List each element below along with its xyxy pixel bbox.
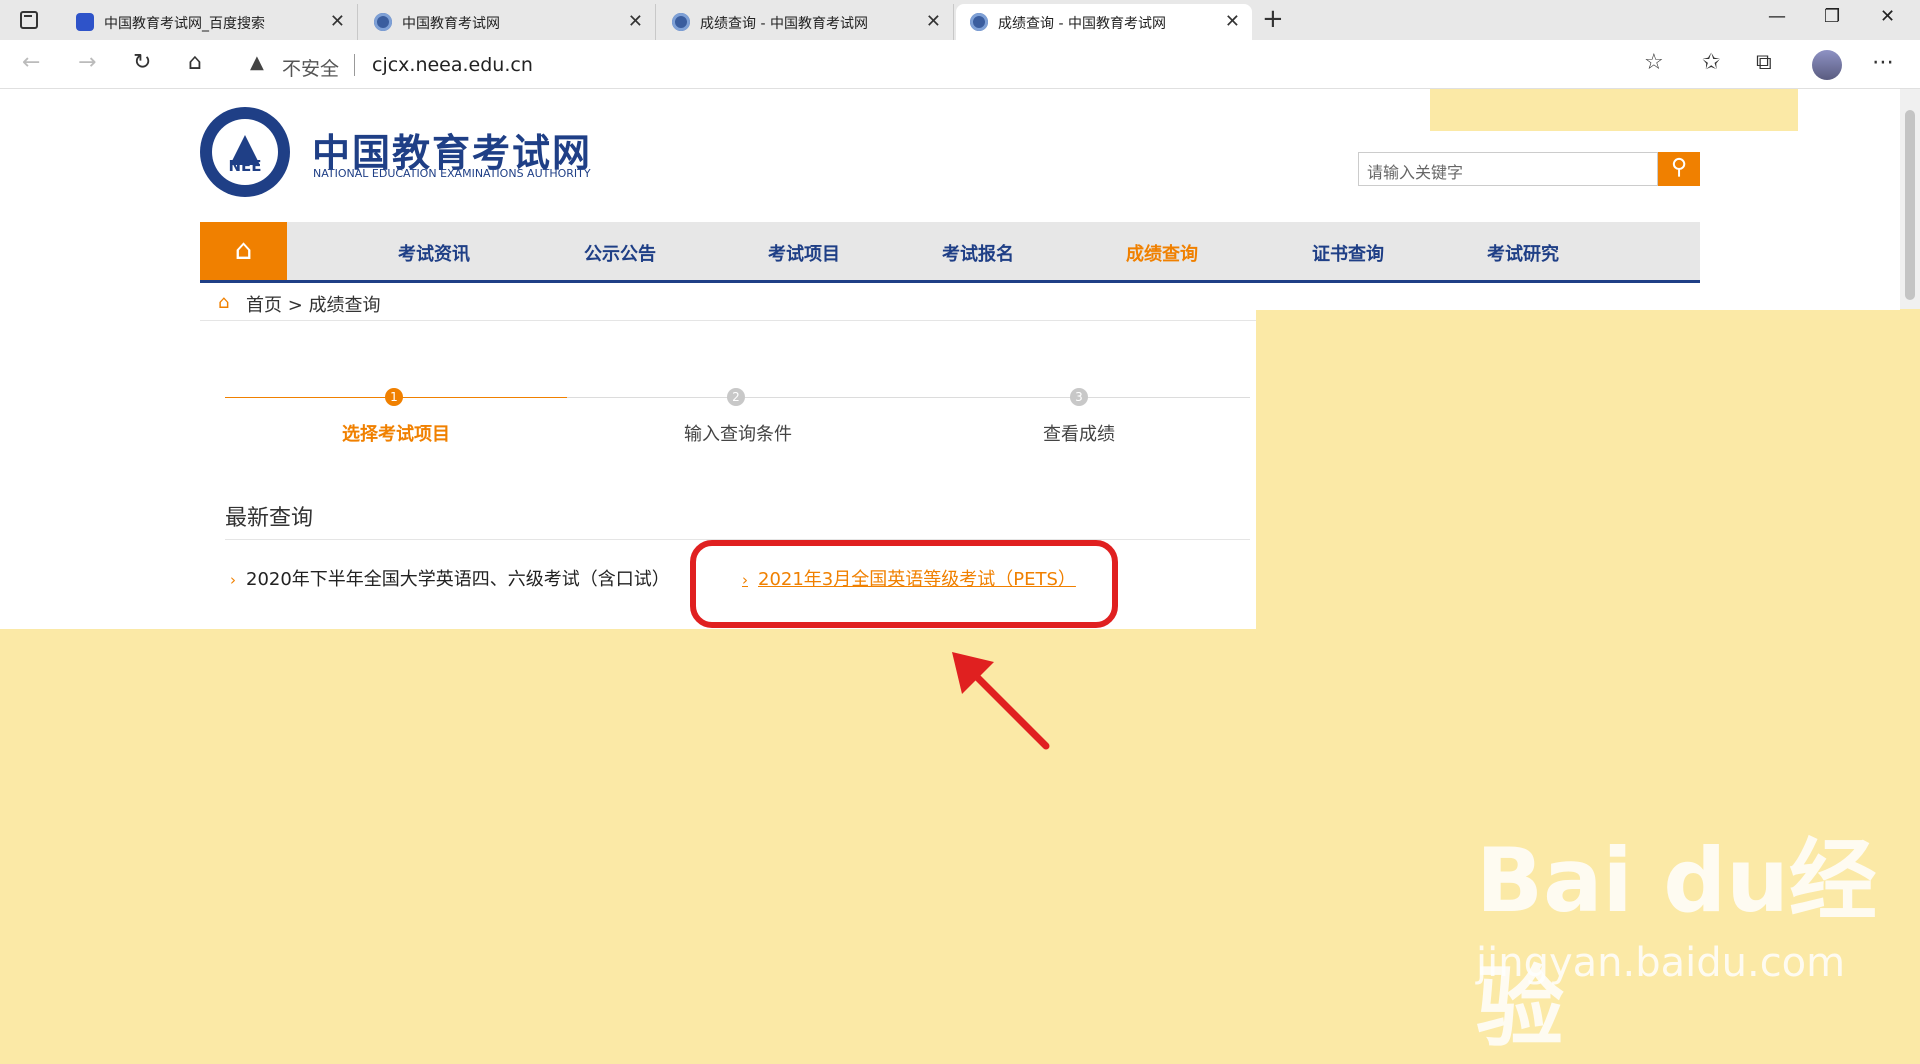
nav-home-button[interactable]: ⌂ xyxy=(200,222,287,280)
nav-item-exam-news[interactable]: 考试资讯 xyxy=(398,240,470,266)
close-icon[interactable]: ✕ xyxy=(926,11,941,32)
browser-tab-score-query-active[interactable]: 成绩查询 - 中国教育考试网 ✕ xyxy=(956,4,1252,40)
step-line-2 xyxy=(567,397,1250,398)
baidu-favicon-icon xyxy=(76,13,94,31)
nav-item-certificate-query[interactable]: 证书查询 xyxy=(1312,240,1384,266)
tab-title: 成绩查询 - 中国教育考试网 xyxy=(998,16,1166,32)
logo-inner: NEE xyxy=(212,119,278,185)
url-field[interactable]: ▲ 不安全 cjcx.neea.edu.cn xyxy=(232,46,1682,82)
minimize-icon[interactable]: — xyxy=(1768,6,1786,27)
browser-tab-bar: 中国教育考试网_百度搜索 ✕ 中国教育考试网 ✕ 成绩查询 - 中国教育考试网 … xyxy=(0,0,1920,40)
step-3-label: 查看成绩 xyxy=(1043,424,1115,445)
search-input[interactable]: 请输入关键字 xyxy=(1358,152,1658,186)
neea-logo[interactable]: NEE xyxy=(200,107,290,197)
logo-text: NEE xyxy=(228,157,262,175)
browser-tab-baidu-search[interactable]: 中国教育考试网_百度搜索 ✕ xyxy=(62,4,358,40)
list-item-cet[interactable]: › 2020年下半年全国大学英语四、六级考试（含口试） xyxy=(230,565,670,591)
watermark-url: jingyan.baidu.com xyxy=(1476,940,1846,986)
close-icon[interactable]: ✕ xyxy=(1225,11,1240,32)
breadcrumb-current: 成绩查询 xyxy=(308,295,381,316)
step-2-label: 输入查询条件 xyxy=(684,424,792,445)
close-icon[interactable]: ✕ xyxy=(628,11,643,32)
chevron-right-icon: › xyxy=(230,571,236,589)
list-item-label[interactable]: 2020年下半年全国大学英语四、六级考试（含口试） xyxy=(246,569,670,590)
breadcrumb-home-link[interactable]: 首页 xyxy=(246,295,282,316)
step-3-number: 3 xyxy=(1070,388,1088,406)
annotation-arrow-icon xyxy=(952,652,1050,750)
main-nav: ⌂ 考试资讯 公示公告 考试项目 考试报名 成绩查询 证书查询 考试研究 xyxy=(200,222,1700,283)
nav-item-announcements[interactable]: 公示公告 xyxy=(584,240,656,266)
new-tab-plus-icon[interactable]: + xyxy=(1262,4,1284,34)
collections-icon[interactable]: ⧉ xyxy=(1756,50,1772,75)
insecure-label[interactable]: 不安全 xyxy=(282,54,339,81)
add-favorite-icon[interactable]: ☆ xyxy=(1644,50,1664,75)
highlight-overlay-right xyxy=(1256,310,1920,630)
breadcrumb-divider xyxy=(200,320,1256,321)
nav-item-exam-research[interactable]: 考试研究 xyxy=(1487,240,1559,266)
profile-avatar[interactable] xyxy=(1812,50,1842,80)
tab-title: 成绩查询 - 中国教育考试网 xyxy=(700,16,868,32)
url-text[interactable]: cjcx.neea.edu.cn xyxy=(372,54,533,76)
search-button[interactable]: ⚲ xyxy=(1658,152,1700,186)
url-separator xyxy=(354,54,355,76)
refresh-icon[interactable]: ↻ xyxy=(133,50,151,75)
browser-tab-score-query[interactable]: 成绩查询 - 中国教育考试网 ✕ xyxy=(658,4,954,40)
neea-favicon-icon xyxy=(970,13,988,31)
browser-address-bar: ← → ↻ ⌂ ▲ 不安全 cjcx.neea.edu.cn ☆ ✩ ⧉ ⋯ xyxy=(0,40,1920,89)
breadcrumb-home-icon: ⌂ xyxy=(218,292,230,313)
home-icon[interactable]: ⌂ xyxy=(188,50,202,75)
nav-item-exam-registration[interactable]: 考试报名 xyxy=(942,240,1014,266)
highlight-overlay-top xyxy=(1430,89,1798,131)
back-arrow-icon[interactable]: ← xyxy=(22,50,40,75)
tab-actions-icon[interactable] xyxy=(20,11,38,29)
restore-icon[interactable]: ❐ xyxy=(1824,6,1840,27)
scrollbar-thumb[interactable] xyxy=(1905,110,1915,300)
nav-item-score-query[interactable]: 成绩查询 xyxy=(1126,240,1198,266)
step-1-label: 选择考试项目 xyxy=(342,424,450,445)
more-menu-icon[interactable]: ⋯ xyxy=(1872,50,1894,75)
window-close-icon[interactable]: ✕ xyxy=(1880,6,1895,27)
step-2-number: 2 xyxy=(727,388,745,406)
breadcrumb: 首页 > 成绩查询 xyxy=(246,291,381,317)
forward-arrow-icon[interactable]: → xyxy=(78,50,96,75)
step-1-number: 1 xyxy=(385,388,403,406)
tab-title: 中国教育考试网 xyxy=(402,16,500,32)
baidu-jingyan-watermark: Bai du经验 xyxy=(1476,829,1877,1059)
warning-triangle-icon[interactable]: ▲ xyxy=(250,52,264,73)
tab-title: 中国教育考试网_百度搜索 xyxy=(104,16,265,32)
nav-item-exam-projects[interactable]: 考试项目 xyxy=(768,240,840,266)
search-icon: ⚲ xyxy=(1670,155,1688,180)
neea-favicon-icon xyxy=(374,13,392,31)
browser-tab-neea-home[interactable]: 中国教育考试网 ✕ xyxy=(360,4,656,40)
favorites-icon[interactable]: ✩ xyxy=(1702,50,1720,75)
latest-queries-title: 最新查询 xyxy=(225,506,314,531)
close-icon[interactable]: ✕ xyxy=(330,11,345,32)
neea-favicon-icon xyxy=(672,13,690,31)
home-icon: ⌂ xyxy=(234,233,253,266)
site-subtitle: NATIONAL EDUCATION EXAMINATIONS AUTHORIT… xyxy=(313,167,591,180)
annotation-highlight-box xyxy=(690,540,1118,628)
breadcrumb-separator: > xyxy=(287,295,303,316)
